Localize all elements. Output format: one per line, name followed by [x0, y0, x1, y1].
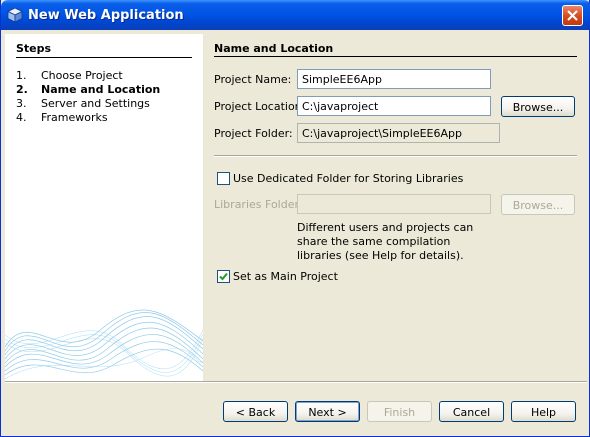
step-number: 3.	[16, 97, 27, 110]
cancel-button[interactable]: Cancel	[439, 401, 504, 422]
steps-panel: Steps 1. Choose Project 2. Name and Locati…	[5, 34, 203, 381]
next-button[interactable]: Next >	[295, 401, 360, 422]
step-label: Frameworks	[41, 111, 108, 124]
title-bar[interactable]: New Web Application	[1, 0, 590, 30]
step-label: Name and Location	[41, 83, 161, 96]
finish-button[interactable]: Finish	[367, 401, 432, 422]
project-folder-label: Project Folder:	[214, 127, 293, 140]
step-frameworks: 4. Frameworks	[16, 111, 108, 124]
step-number: 2.	[16, 83, 28, 96]
project-folder-field: C:\javaproject\SimpleEE6App	[297, 123, 500, 143]
checkmark-icon	[219, 272, 228, 281]
options-separator	[214, 155, 577, 157]
step-number: 4.	[16, 111, 27, 124]
window-title: New Web Application	[28, 8, 184, 23]
main-project-checkbox[interactable]	[217, 270, 230, 283]
step-name-and-location: 2. Name and Location	[16, 83, 160, 96]
button-bar-separator	[5, 381, 587, 383]
libraries-folder-browse-button[interactable]: Browse...	[501, 194, 575, 215]
dedicated-folder-label[interactable]: Use Dedicated Folder for Storing Librari…	[233, 172, 463, 185]
steps-divider	[16, 57, 192, 58]
netbeans-cube-icon	[7, 7, 23, 23]
project-location-label: Project Location:	[214, 100, 306, 113]
step-choose-project: 1. Choose Project	[16, 69, 123, 82]
step-number: 1.	[16, 69, 27, 82]
step-server-and-settings: 3. Server and Settings	[16, 97, 150, 110]
libraries-folder-label: Libraries Folder:	[214, 198, 303, 211]
dedicated-folder-checkbox[interactable]	[217, 172, 230, 185]
section-heading: Name and Location	[214, 42, 334, 55]
steps-heading: Steps	[16, 42, 52, 55]
back-button[interactable]: < Back	[223, 401, 288, 422]
main-project-label[interactable]: Set as Main Project	[233, 270, 338, 283]
close-button[interactable]	[562, 5, 583, 26]
project-location-input[interactable]: C:\javaproject	[297, 96, 491, 116]
step-label: Server and Settings	[41, 97, 150, 110]
new-web-application-dialog: New Web Application Steps 1. Choose Proje…	[0, 0, 590, 437]
project-name-input[interactable]: SimpleEE6App	[297, 69, 491, 89]
step-label: Choose Project	[41, 69, 123, 82]
libraries-folder-input[interactable]	[297, 194, 491, 214]
help-button[interactable]: Help	[511, 401, 576, 422]
project-name-label: Project Name:	[214, 73, 292, 86]
section-divider	[214, 56, 577, 57]
project-location-browse-button[interactable]: Browse...	[501, 96, 575, 117]
close-icon	[567, 10, 578, 21]
decorative-waves-image	[5, 309, 203, 380]
libraries-help-text: Different users and projects can share t…	[297, 221, 474, 262]
